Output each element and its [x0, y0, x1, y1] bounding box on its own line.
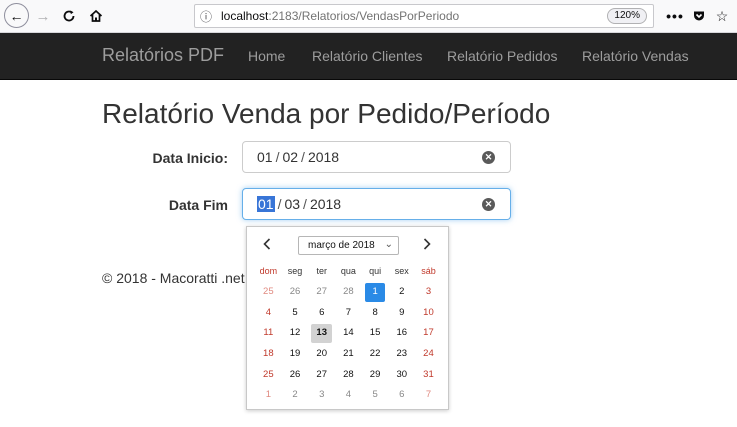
weekday-label: seg — [287, 266, 303, 276]
calendar-day[interactable]: 17 — [418, 324, 439, 343]
calendar-day[interactable]: 27 — [311, 283, 332, 302]
url-bar[interactable]: ⓘ localhost:2183/Relatorios/VendasPorPer… — [194, 4, 654, 28]
calendar-day[interactable]: 30 — [391, 366, 412, 385]
browser-toolbar: ← → ⓘ localhost:2183/Relatorios/VendasPo… — [0, 0, 737, 33]
calendar-day[interactable]: 2 — [391, 283, 412, 302]
start-date-label: Data Inicio: — [152, 150, 228, 166]
home-icon[interactable] — [84, 4, 108, 28]
calendar-day[interactable]: 7 — [338, 304, 359, 323]
weekday-label: ter — [316, 266, 327, 276]
date-separator: / — [303, 196, 307, 212]
end-date-label: Data Fim — [168, 197, 228, 213]
weekday-header-row: dom seg ter qua qui sex sáb — [255, 266, 442, 276]
footer-copyright: © 2018 - Macoratti .net — [102, 270, 245, 286]
calendar-day[interactable]: 10 — [418, 304, 439, 323]
chevron-down-icon: ⌄ — [384, 239, 393, 250]
clear-end-date-icon[interactable]: ✕ — [482, 198, 495, 211]
more-actions-icon[interactable]: ••• — [664, 4, 686, 28]
url-path: :2183/Relatorios/VendasPorPeriodo — [268, 9, 460, 23]
date-separator: / — [277, 196, 282, 212]
calendar-day[interactable]: 25 — [258, 366, 279, 385]
calendar-day[interactable]: 15 — [365, 324, 386, 343]
start-day-segment[interactable]: 01 — [257, 149, 273, 165]
calendar-day[interactable]: 28 — [338, 283, 359, 302]
nav-link-relatorio-pedidos[interactable]: Relatório Pedidos — [447, 48, 558, 64]
calendar-day[interactable]: 24 — [418, 345, 439, 364]
calendar-day[interactable]: 5 — [365, 386, 386, 405]
weekday-label: dom — [259, 266, 278, 276]
calendar-day[interactable]: 3 — [418, 283, 439, 302]
app-navbar: Relatórios PDF Home Relatório Clientes R… — [0, 33, 737, 80]
calendar-day[interactable]: 21 — [338, 345, 359, 364]
navbar-brand[interactable]: Relatórios PDF — [102, 45, 224, 66]
calendar-day[interactable]: 18 — [258, 345, 279, 364]
calendar-day[interactable]: 19 — [285, 345, 306, 364]
calendar-day[interactable]: 31 — [418, 366, 439, 385]
month-select-label: março de 2018 — [308, 240, 375, 251]
calendar-day[interactable]: 16 — [391, 324, 412, 343]
weekday-label: sex — [394, 266, 409, 276]
calendar-day[interactable]: 26 — [285, 283, 306, 302]
calendar-day[interactable]: 12 — [285, 324, 306, 343]
clear-start-date-icon[interactable]: ✕ — [482, 151, 495, 164]
calendar-day[interactable]: 11 — [258, 324, 279, 343]
info-icon[interactable]: ⓘ — [195, 8, 217, 25]
calendar-day[interactable]: 2 — [285, 386, 306, 405]
weekday-label: qui — [369, 266, 382, 276]
calendar-day[interactable]: 1 — [258, 386, 279, 405]
end-day-segment[interactable]: 01 — [257, 196, 275, 212]
calendar-day-grid: 25 26 27 28 1 2 3 4 5 6 7 8 9 10 11 12 13 14 15 16 17 18 19 20 2… — [255, 282, 442, 406]
url-text: localhost:2183/Relatorios/VendasPorPerio… — [221, 9, 459, 23]
chevron-right-icon[interactable] — [419, 238, 435, 254]
calendar-day[interactable]: 23 — [391, 345, 412, 364]
calendar-day[interactable]: 7 — [418, 386, 439, 405]
weekday-label: qua — [340, 266, 356, 276]
end-date-input[interactable]: 01/03/2018 ✕ — [242, 188, 511, 220]
calendar-day[interactable]: 22 — [365, 345, 386, 364]
url-host: localhost — [221, 9, 269, 23]
calendar-day[interactable]: 27 — [311, 366, 332, 385]
end-month-segment[interactable]: 03 — [284, 196, 300, 212]
nav-link-relatorio-clientes[interactable]: Relatório Clientes — [312, 48, 423, 64]
zoom-level-badge[interactable]: 120% — [607, 8, 647, 24]
calendar-day[interactable]: 6 — [311, 304, 332, 323]
date-picker-popup: março de 2018 ⌄ dom seg ter qua qui sex sáb 25… — [246, 226, 449, 410]
calendar-day[interactable]: 5 — [285, 304, 306, 323]
back-arrow-icon[interactable]: ← — [4, 3, 29, 28]
forward-arrow-icon[interactable]: → — [31, 4, 55, 28]
weekday-label: sáb — [421, 266, 436, 276]
calendar-day[interactable]: 14 — [338, 324, 359, 343]
calendar-day-selected[interactable]: 1 — [364, 283, 386, 302]
calendar-day[interactable]: 4 — [338, 386, 359, 405]
page-title: Relatório Venda por Pedido/Período — [102, 98, 551, 129]
calendar-day[interactable]: 8 — [365, 304, 386, 323]
calendar-day[interactable]: 4 — [258, 304, 279, 323]
start-month-segment[interactable]: 02 — [282, 149, 298, 165]
calendar-day[interactable]: 28 — [338, 366, 359, 385]
date-separator: / — [275, 149, 280, 165]
calendar-day-today[interactable]: 13 — [311, 324, 333, 344]
pocket-icon[interactable] — [688, 4, 710, 28]
calendar-day[interactable]: 26 — [285, 366, 306, 385]
calendar-day[interactable]: 20 — [311, 345, 332, 364]
calendar-day[interactable]: 6 — [391, 386, 412, 405]
calendar-day[interactable]: 9 — [391, 304, 412, 323]
month-select[interactable]: março de 2018 ⌄ — [298, 236, 399, 255]
end-year-segment[interactable]: 2018 — [310, 196, 341, 212]
nav-link-home[interactable]: Home — [248, 48, 285, 64]
start-year-segment[interactable]: 2018 — [308, 149, 339, 165]
nav-link-relatorio-vendas[interactable]: Relatório Vendas — [582, 48, 689, 64]
bookmark-star-icon[interactable]: ☆ — [711, 4, 733, 28]
chevron-left-icon[interactable] — [259, 238, 275, 254]
calendar-day[interactable]: 25 — [258, 283, 279, 302]
reload-icon[interactable] — [57, 4, 81, 28]
calendar-day[interactable]: 3 — [311, 386, 332, 405]
start-date-input[interactable]: 01/02/2018 ✕ — [242, 141, 511, 173]
date-separator: / — [301, 149, 305, 165]
calendar-day[interactable]: 29 — [365, 366, 386, 385]
